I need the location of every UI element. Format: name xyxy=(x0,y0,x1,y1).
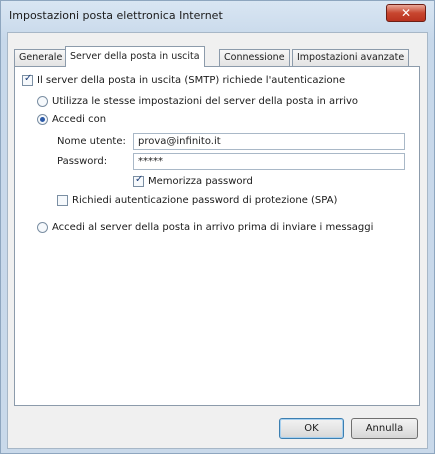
password-label: Password: xyxy=(57,156,108,167)
close-icon: ✕ xyxy=(400,6,412,20)
ok-button[interactable]: OK xyxy=(279,418,344,439)
title-bar[interactable]: Impostazioni posta elettronica Internet … xyxy=(1,1,434,31)
cancel-button[interactable]: Annulla xyxy=(351,418,418,439)
window-title: Impostazioni posta elettronica Internet xyxy=(9,9,223,22)
close-button[interactable]: ✕ xyxy=(386,4,426,22)
use-same-settings-label: Utilizza le stesse impostazioni del serv… xyxy=(52,96,359,107)
username-field[interactable]: prova@infinito.it xyxy=(133,133,405,150)
spa-checkbox[interactable] xyxy=(57,195,68,206)
remember-password-row[interactable]: Memorizza password xyxy=(133,174,253,187)
spa-row[interactable]: Richiedi autenticazione password di prot… xyxy=(57,195,337,206)
login-before-row[interactable]: Accedi al server della posta in arrivo p… xyxy=(37,222,373,233)
smtp-auth-label: Il server della posta in uscita (SMTP) r… xyxy=(37,75,346,86)
remember-password-checkbox[interactable] xyxy=(133,174,144,187)
spa-label: Richiedi autenticazione password di prot… xyxy=(72,195,338,206)
tab-outgoing-server[interactable]: Server della posta in uscita xyxy=(65,46,205,67)
remember-password-label: Memorizza password xyxy=(148,176,253,187)
smtp-auth-row[interactable]: Il server della posta in uscita (SMTP) r… xyxy=(22,73,346,86)
username-label: Nome utente: xyxy=(57,136,126,147)
password-field[interactable]: ***** xyxy=(133,153,405,170)
login-with-row[interactable]: Accedi con xyxy=(37,114,106,125)
dialog-window: Impostazioni posta elettronica Internet … xyxy=(0,0,435,454)
tab-panel-outgoing: Il server della posta in uscita (SMTP) r… xyxy=(14,66,420,406)
use-same-settings-row[interactable]: Utilizza le stesse impostazioni del serv… xyxy=(37,96,358,107)
login-with-radio[interactable] xyxy=(37,114,48,125)
tab-connection[interactable]: Connessione xyxy=(219,49,290,66)
login-before-radio[interactable] xyxy=(37,222,48,233)
dialog-client-area: Generale Server della posta in uscita Co… xyxy=(7,32,428,449)
login-before-label: Accedi al server della posta in arrivo p… xyxy=(52,222,374,233)
login-with-label: Accedi con xyxy=(52,114,107,125)
tab-general[interactable]: Generale xyxy=(14,49,68,66)
use-same-settings-radio[interactable] xyxy=(37,96,48,107)
smtp-auth-checkbox[interactable] xyxy=(22,73,33,86)
tab-advanced[interactable]: Impostazioni avanzate xyxy=(292,49,410,66)
